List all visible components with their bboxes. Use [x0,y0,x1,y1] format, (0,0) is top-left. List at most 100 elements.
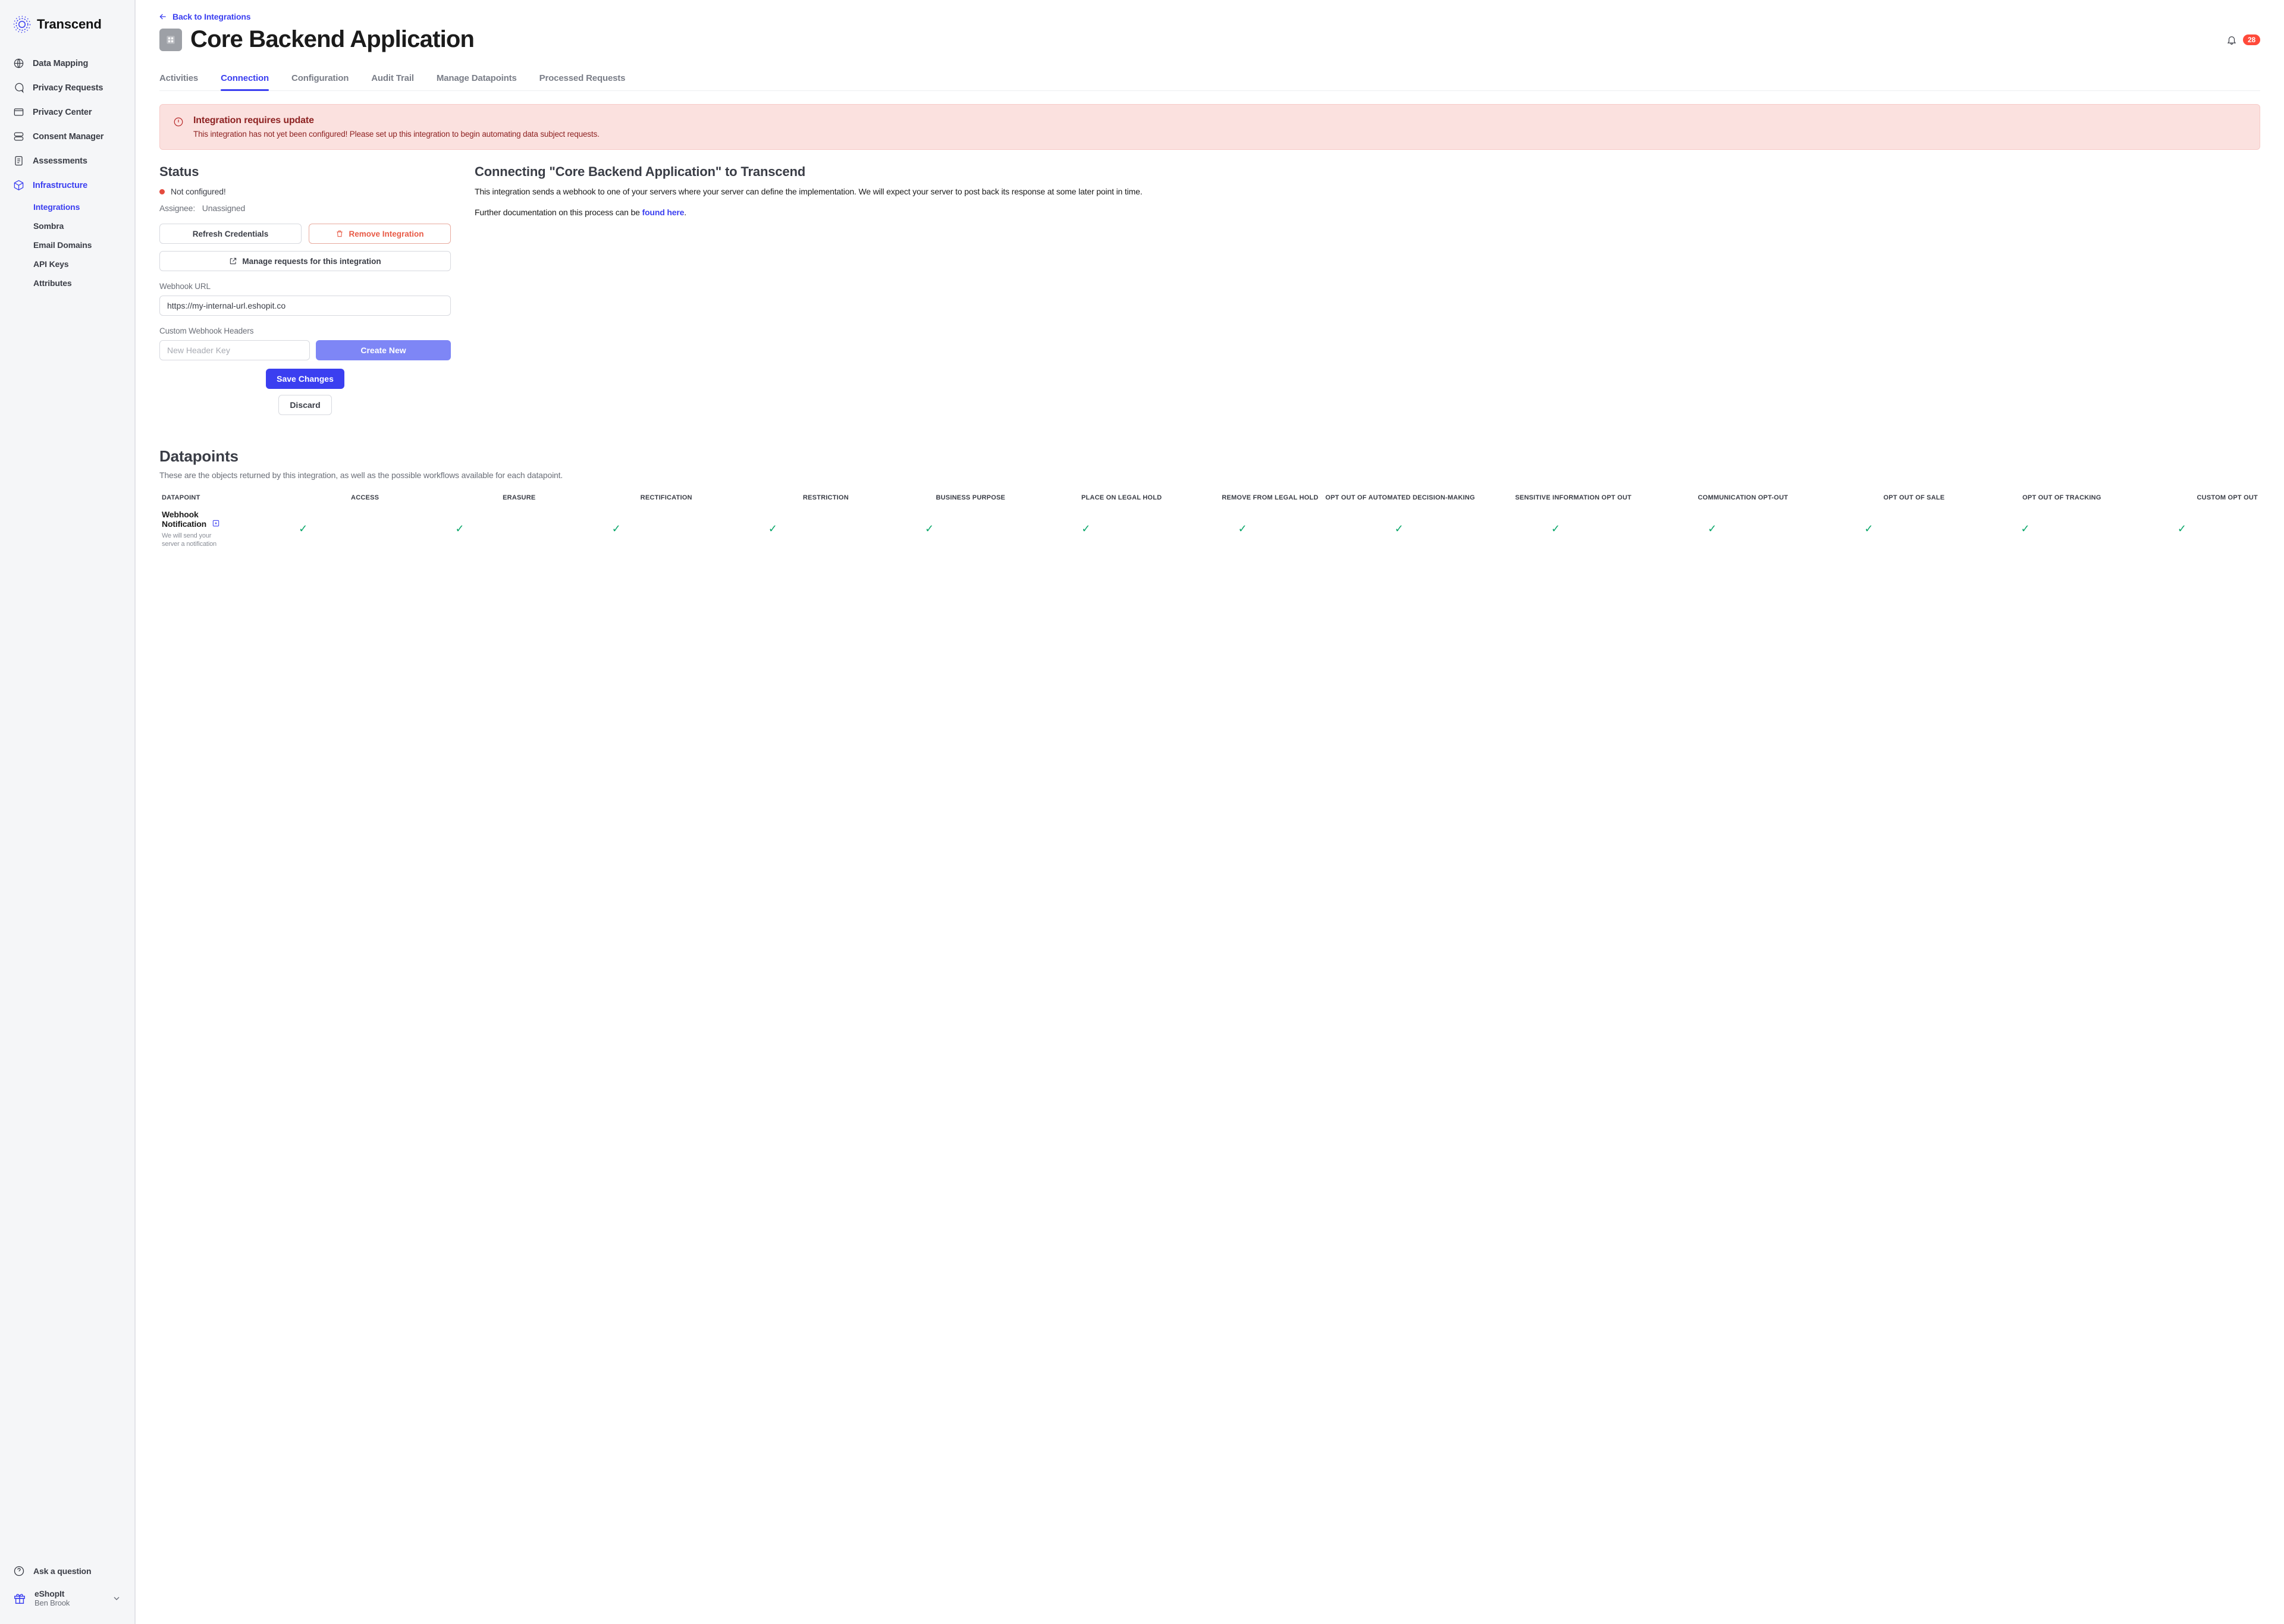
btn-label: Remove Integration [349,230,423,238]
ask-label: Ask a question [33,1566,91,1576]
org-switcher[interactable]: eShopIt Ben Brook [0,1583,134,1613]
alert-title: Integration requires update [193,115,600,126]
subnav: Integrations Sombra Email Domains API Ke… [0,197,134,293]
nav-label: Infrastructure [33,181,87,190]
connect-p1: This integration sends a webhook to one … [475,186,2260,198]
nav-item-infrastructure[interactable]: Infrastructure [0,173,134,197]
datapoint-desc: We will send your server a notification [162,532,222,549]
custom-headers-label: Custom Webhook Headers [159,326,451,335]
external-link-icon [229,257,237,265]
sidebar: Transcend Data Mapping Privacy Requests … [0,0,135,1624]
subnav-attributes[interactable]: Attributes [33,274,134,293]
webhook-url-input[interactable] [159,296,451,316]
trash-icon [335,230,344,238]
col-access: ACCESS [225,491,381,505]
status-line: Not configured! [159,187,451,196]
brand: Transcend [0,0,134,45]
user-name: Ben Brook [34,1598,103,1607]
datapoints-table: DATAPOINT ACCESS ERASURE RECTIFICATION R… [159,491,2260,554]
nav-item-assessments[interactable]: Assessments [0,149,134,173]
alert-banner: Integration requires update This integra… [159,104,2260,150]
toggle-icon [13,131,24,142]
main: Back to Integrations Core Backend Applic… [135,0,2284,1624]
status-heading: Status [159,164,451,180]
tab-configuration[interactable]: Configuration [291,70,349,90]
cell-check: ✓ [1477,505,1634,554]
header-key-input[interactable] [159,340,310,360]
col-opt-out-sale: OPT OUT OF SALE [1790,491,1947,505]
sidebar-footer: Ask a question eShopIt Ben Brook [0,1553,134,1624]
subnav-email-domains[interactable]: Email Domains [33,235,134,255]
cell-check: ✓ [1634,505,1790,554]
arrow-left-icon [158,12,168,21]
cell-check: ✓ [1790,505,1947,554]
assignee-value: Unassigned [202,203,245,213]
col-opt-out-automated: OPT OUT OF AUTOMATED DECISION-MAKING [1321,491,1477,505]
page-title: Core Backend Application [190,26,474,53]
datapoint-link-icon[interactable] [212,519,220,529]
datapoints-section: Datapoints These are the objects returne… [159,447,2260,554]
org-name: eShopIt [34,1589,103,1598]
col-erasure: ERASURE [381,491,538,505]
remove-integration-button[interactable]: Remove Integration [309,224,451,244]
create-new-header-button[interactable]: Create New [316,340,451,360]
col-opt-out-tracking: OPT OUT OF TRACKING [1947,491,2103,505]
col-datapoint: DATAPOINT [159,491,225,505]
col-sensitive-opt-out: SENSITIVE INFORMATION OPT OUT [1477,491,1634,505]
nav-label: Data Mapping [33,59,88,68]
back-to-integrations-link[interactable]: Back to Integrations [158,12,250,21]
tab-processed-requests[interactable]: Processed Requests [539,70,626,90]
chevron-down-icon [112,1594,121,1603]
alert-icon [173,117,184,139]
ask-question[interactable]: Ask a question [0,1559,134,1583]
docs-link[interactable]: found here [642,208,685,217]
status-panel: Status Not configured! Assignee: Unassig… [159,162,451,415]
connect-p2: Further documentation on this process ca… [475,206,2260,219]
col-remove-legal-hold: REMOVE FROM LEGAL HOLD [1164,491,1320,505]
table-row: Webhook Notification We will send your s… [159,505,2260,554]
save-changes-button[interactable]: Save Changes [266,369,344,389]
cell-check: ✓ [381,505,538,554]
nav-item-consent-manager[interactable]: Consent Manager [0,124,134,149]
notification-badge[interactable]: 28 [2243,34,2260,45]
tab-connection[interactable]: Connection [221,70,269,90]
tab-audit-trail[interactable]: Audit Trail [371,70,414,90]
help-icon [13,1565,25,1577]
globe-icon [13,58,24,69]
col-restriction: RESTRICTION [695,491,851,505]
nav-item-privacy-requests[interactable]: Privacy Requests [0,76,134,100]
brand-text: Transcend [37,17,102,32]
cell-check: ✓ [1008,505,1164,554]
subnav-integrations[interactable]: Integrations [33,197,134,216]
nav-item-data-mapping[interactable]: Data Mapping [0,51,134,76]
connect-panel: Connecting "Core Backend Application" to… [475,162,2260,415]
bell-icon[interactable] [2226,34,2237,45]
subnav-api-keys[interactable]: API Keys [33,255,134,274]
nav-item-privacy-center[interactable]: Privacy Center [0,100,134,124]
webhook-url-label: Webhook URL [159,282,451,291]
cell-check: ✓ [1947,505,2103,554]
col-rectification: RECTIFICATION [538,491,694,505]
discard-button[interactable]: Discard [278,395,331,415]
chat-icon [13,82,24,93]
assignee-label: Assignee: [159,203,195,213]
cell-check: ✓ [1321,505,1477,554]
clipboard-icon [13,155,24,167]
btn-label: Manage requests for this integration [242,257,381,266]
datapoints-header-row: DATAPOINT ACCESS ERASURE RECTIFICATION R… [159,491,2260,505]
tab-manage-datapoints[interactable]: Manage Datapoints [437,70,517,90]
backlink-text: Back to Integrations [172,12,250,21]
gift-icon [13,1592,26,1605]
refresh-credentials-button[interactable]: Refresh Credentials [159,224,302,244]
subnav-sombra[interactable]: Sombra [33,216,134,235]
cell-check: ✓ [538,505,694,554]
datapoints-heading: Datapoints [159,447,2260,466]
col-custom-opt-out: CUSTOM OPT OUT [2104,491,2260,505]
tab-activities[interactable]: Activities [159,70,198,90]
tabs: Activities Connection Configuration Audi… [159,70,2260,91]
cell-check: ✓ [851,505,1008,554]
manage-requests-button[interactable]: Manage requests for this integration [159,251,451,271]
nav: Data Mapping Privacy Requests Privacy Ce… [0,45,134,1553]
header-right: 28 [2226,34,2260,45]
integration-icon [159,29,182,51]
